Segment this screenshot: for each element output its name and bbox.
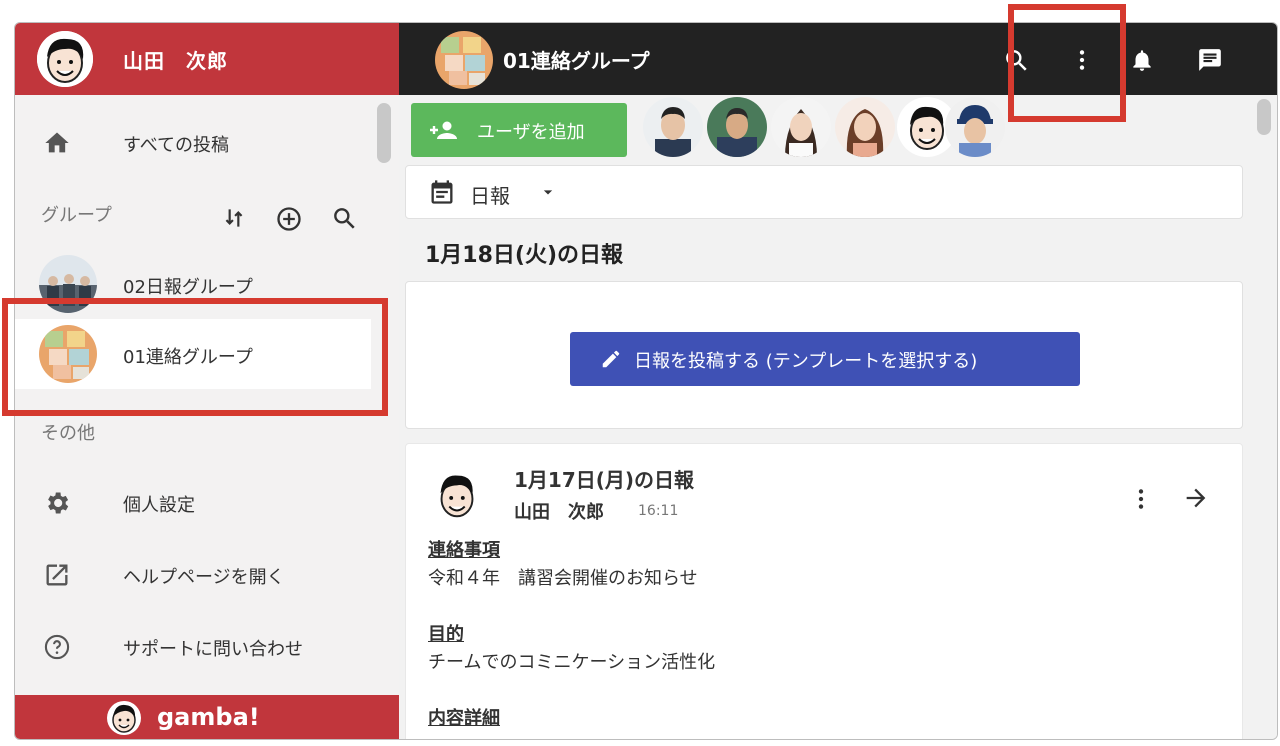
chevron-down-icon bbox=[543, 190, 553, 195]
message-icon[interactable] bbox=[1197, 47, 1223, 73]
brand-footer: gamba! bbox=[15, 695, 399, 739]
current-group-title: 01連絡グループ bbox=[503, 49, 650, 73]
sidebar-item-settings[interactable]: 個人設定 bbox=[15, 467, 385, 537]
open-in-new-icon bbox=[46, 564, 68, 586]
report-more-icon[interactable] bbox=[1128, 486, 1154, 512]
user-name: 山田 次郎 bbox=[123, 49, 228, 73]
search-group-icon[interactable] bbox=[331, 205, 357, 231]
brand-name: gamba! bbox=[157, 703, 260, 731]
report-type-select[interactable]: 日報 bbox=[405, 165, 1243, 219]
sidebar-item-label: すべての投稿 bbox=[123, 135, 230, 156]
calendar-icon bbox=[431, 180, 453, 204]
sidebar-item-all-posts[interactable]: すべての投稿 bbox=[15, 107, 385, 177]
field-heading: 目的 bbox=[428, 624, 464, 645]
highlight-box-group bbox=[2, 298, 388, 416]
today-report-title: 1月18日(火)の日報 bbox=[425, 243, 624, 268]
pencil-icon bbox=[602, 350, 620, 368]
groups-section-label: グループ bbox=[41, 205, 112, 226]
report-author: 山田 次郎 bbox=[514, 502, 604, 523]
group-item-label: 02日報グループ bbox=[123, 277, 253, 298]
post-card: 日報を投稿する (テンプレートを選択する) bbox=[405, 281, 1243, 429]
add-group-icon[interactable] bbox=[275, 205, 303, 233]
field-heading: 連絡事項 bbox=[428, 540, 500, 561]
member-avatar[interactable] bbox=[643, 97, 703, 157]
bell-icon[interactable] bbox=[1129, 47, 1155, 73]
other-section-label: その他 bbox=[41, 423, 95, 444]
highlight-box-menu bbox=[1008, 4, 1126, 122]
field-value: 令和４年 講習会開催のお知らせ bbox=[428, 568, 698, 589]
sidebar-item-help-page[interactable]: ヘルプページを開く bbox=[15, 539, 385, 609]
field-heading: 内容詳細 bbox=[428, 708, 500, 729]
user-header[interactable]: 山田 次郎 bbox=[15, 23, 399, 95]
post-report-label: 日報を投稿する (テンプレートを選択する) bbox=[634, 351, 978, 372]
report-card: 1月17日(月)の日報 山田 次郎 16:11 連絡事項 令和４年 講習会開催の… bbox=[405, 443, 1243, 739]
field-value: チームでのコミニケーション活性化 bbox=[428, 652, 716, 673]
arrow-forward-icon[interactable] bbox=[1182, 484, 1210, 512]
report-type-label: 日報 bbox=[470, 184, 510, 208]
help-circle-icon bbox=[44, 634, 70, 660]
member-avatar[interactable] bbox=[707, 97, 767, 157]
sidebar-scrollbar[interactable] bbox=[377, 103, 391, 163]
main-scrollbar[interactable] bbox=[1257, 99, 1271, 135]
person-add-icon bbox=[430, 121, 457, 139]
sidebar-item-label: サポートに問い合わせ bbox=[123, 639, 303, 660]
author-avatar[interactable] bbox=[428, 466, 486, 524]
sort-icon[interactable] bbox=[221, 205, 247, 231]
sidebar-item-label: ヘルプページを開く bbox=[123, 567, 285, 588]
report-time: 16:11 bbox=[638, 503, 679, 519]
home-icon bbox=[45, 132, 69, 153]
add-user-button[interactable]: ユーザを追加 bbox=[411, 103, 627, 157]
gear-icon bbox=[48, 492, 69, 514]
post-report-button[interactable]: 日報を投稿する (テンプレートを選択する) bbox=[570, 332, 1080, 386]
current-group-avatar bbox=[435, 31, 493, 89]
top-bar: 01連絡グループ bbox=[399, 23, 1277, 95]
user-avatar[interactable] bbox=[37, 31, 93, 87]
add-user-label: ユーザを追加 bbox=[477, 122, 585, 143]
sidebar-item-label: 個人設定 bbox=[123, 495, 195, 516]
member-avatar[interactable] bbox=[945, 97, 1005, 157]
main-area: 01連絡グループ ユーザを追加 日報 1月18日(火)の日報 日報を投稿する (… bbox=[399, 23, 1277, 739]
sidebar-item-support[interactable]: サポートに問い合わせ bbox=[15, 611, 385, 681]
report-title[interactable]: 1月17日(月)の日報 bbox=[514, 464, 694, 493]
member-avatar[interactable] bbox=[835, 97, 895, 157]
gamba-logo-icon bbox=[107, 701, 141, 735]
member-avatar[interactable] bbox=[771, 97, 831, 157]
